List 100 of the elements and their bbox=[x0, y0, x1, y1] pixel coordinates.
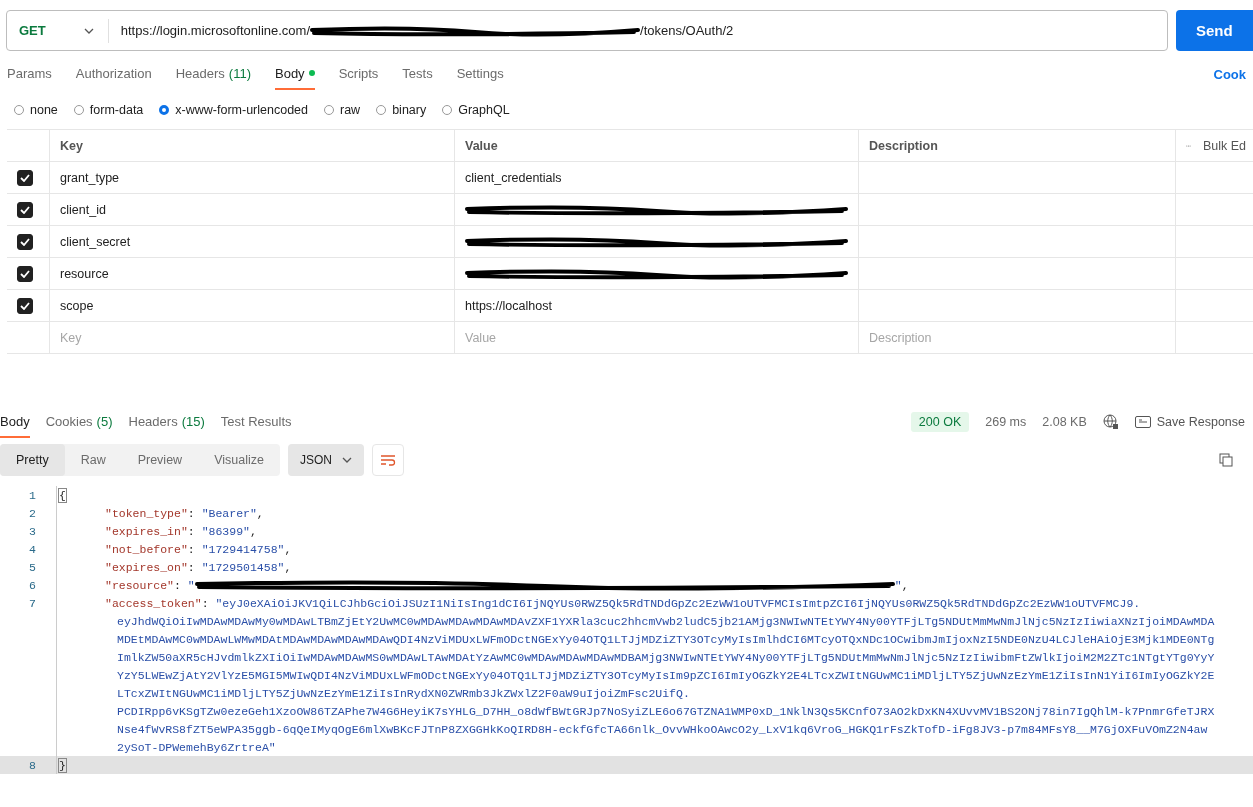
code-token: "1729501458" bbox=[201, 560, 285, 574]
description-cell[interactable] bbox=[859, 194, 1176, 226]
request-tab[interactable]: Params bbox=[7, 58, 52, 90]
code-token: : bbox=[187, 524, 196, 538]
description-cell[interactable] bbox=[859, 290, 1176, 322]
value-cell[interactable]: client_credentials bbox=[455, 162, 859, 194]
bulk-edit-button[interactable]: Bulk Ed bbox=[1176, 130, 1253, 162]
code-token: "expires_on" bbox=[105, 560, 188, 574]
body-type-radio[interactable]: none bbox=[14, 103, 58, 117]
code-line: LTcxZWItNGUwMC1iMDljLTY5ZjUwNzEzYmE1ZiIsInRydXN0ZWRmb3JkZWxlZ2F0aW9uIjoiZmFsc2UifQ. bbox=[117, 686, 690, 700]
code-token: , bbox=[901, 578, 909, 592]
key-cell[interactable]: grant_type bbox=[50, 162, 455, 194]
body-type-radio[interactable]: GraphQL bbox=[442, 103, 510, 117]
value-cell[interactable] bbox=[455, 226, 859, 258]
view-tab[interactable]: Preview bbox=[121, 444, 199, 476]
body-type-radio[interactable]: raw bbox=[324, 103, 361, 117]
request-tab[interactable]: Authorization bbox=[75, 58, 152, 90]
response-tab[interactable]: Cookies (5) bbox=[45, 406, 113, 438]
key-cell[interactable]: scope bbox=[50, 290, 455, 322]
code-token: "expires_in" bbox=[105, 524, 188, 538]
value-cell[interactable] bbox=[455, 258, 859, 290]
key-cell[interactable]: client_secret bbox=[50, 226, 455, 258]
code-token: "resource" bbox=[105, 578, 174, 592]
code-line: Nse4fWvRS8fZT5eWPA35ggb-6qQeIMyqOgE6mlXwBKcFJTnP8ZXGGHkKoQIRD8H-eckfGfcTA66nlk_OvvWHkoOAwcO2y_LxV1kq6VroG_HGKQ1rFsZkTofD-iFg8JV3-p7m84MFsY8__M7GjOXFuVOmZ2N4aw bbox=[117, 722, 1208, 736]
code-token: } bbox=[59, 758, 66, 772]
key-cell[interactable]: client_id bbox=[50, 194, 455, 226]
send-button[interactable]: Send bbox=[1176, 10, 1253, 51]
checkmark-icon bbox=[20, 205, 30, 214]
checkbox[interactable] bbox=[17, 297, 33, 314]
wrap-lines-button[interactable] bbox=[371, 444, 404, 476]
code-token: "Bearer" bbox=[201, 506, 257, 520]
code-token: "86399" bbox=[201, 524, 250, 538]
value-cell[interactable] bbox=[455, 194, 859, 226]
code-token: : bbox=[187, 542, 196, 556]
line-number: 8 bbox=[28, 758, 36, 772]
field-text: https://localhost bbox=[465, 298, 552, 313]
checkmark-icon bbox=[20, 269, 30, 278]
code-line: 2ySoT-DPWemehBy6ZrtreA" bbox=[117, 740, 276, 754]
checkmark-icon bbox=[20, 301, 30, 310]
code-token: "not_before" bbox=[105, 542, 188, 556]
line-number: 3 bbox=[28, 524, 36, 538]
key-cell[interactable]: resource bbox=[50, 258, 455, 290]
body-type-radio[interactable]: form-data bbox=[73, 103, 144, 117]
view-tab[interactable]: Pretty bbox=[0, 444, 65, 476]
description-cell[interactable] bbox=[859, 162, 1176, 194]
field-text: client_credentials bbox=[465, 170, 562, 185]
response-tab[interactable]: Headers (15) bbox=[128, 406, 205, 438]
view-tab[interactable]: Raw bbox=[64, 444, 122, 476]
code-token: , bbox=[249, 524, 257, 538]
response-size: 2.08 KB bbox=[1042, 415, 1087, 429]
checkmark-icon bbox=[20, 173, 30, 182]
request-tab[interactable]: Headers (11) bbox=[175, 58, 251, 90]
code-token: { bbox=[59, 488, 66, 502]
description-cell[interactable] bbox=[859, 226, 1176, 258]
code-token: , bbox=[284, 542, 292, 556]
request-tab[interactable]: Scripts bbox=[338, 58, 379, 90]
value-cell[interactable]: https://localhost bbox=[455, 290, 859, 322]
code-line: ImlkZW50aXR5cHJvdmlkZXIiOiIwMDAwMDAwMS0wMDAwLTAwMDAtYzAwMC0wMDAwMDAwMDAwMDBAMjg3NWIwNTEtYWY4Ny00YTFjLTg5NDUtMmMwNmJlNjc5NzIzIiwibmFtZWlkIjoiM2M2ZTc1NTgtYTg0YyY bbox=[117, 650, 1215, 664]
request-tab[interactable]: Tests bbox=[402, 58, 433, 90]
copy-icon[interactable] bbox=[1219, 453, 1233, 467]
request-tab[interactable]: Body bbox=[275, 58, 315, 90]
globe-icon[interactable] bbox=[1102, 414, 1119, 430]
line-number: 5 bbox=[28, 560, 36, 574]
column-header: Key bbox=[50, 130, 455, 162]
view-tab[interactable]: Visualize bbox=[198, 444, 280, 476]
chevron-down-icon bbox=[83, 27, 94, 34]
request-tab[interactable]: Settings bbox=[456, 58, 504, 90]
response-tab[interactable]: Body bbox=[0, 406, 30, 438]
save-icon bbox=[1134, 416, 1151, 428]
code-token: "token_type" bbox=[105, 506, 188, 520]
code-token: : bbox=[187, 506, 196, 520]
code-token: , bbox=[284, 560, 292, 574]
description-cell[interactable] bbox=[859, 258, 1176, 290]
url-field[interactable]: https://login.microsoftonline.com/ /tokens/OAuth/2 bbox=[108, 23, 734, 38]
checkbox[interactable] bbox=[17, 233, 33, 250]
wrap-icon bbox=[379, 454, 396, 466]
save-response-button[interactable]: Save Response bbox=[1134, 415, 1245, 429]
code-token: : bbox=[201, 596, 210, 610]
line-number: 1 bbox=[28, 488, 36, 502]
code-line: PCDIRpp6vKSgTZw0ezeGeh1XzoOW86TZAPhe7W4G6HeyiK7sYHLG_D7HH_o8dWfBWtGRJp7NoSyiZLE6o67GTZNA1WMP0xD_1NklN3Qs5KCnfO73AO2kDxKN4XUvvMV1BS2ONj78in7IgQhlM-k7PnmrGfeTJRX bbox=[117, 704, 1215, 718]
body-type-radio[interactable]: binary bbox=[376, 103, 427, 117]
code-token: "access_token" bbox=[105, 596, 202, 610]
code-token: " bbox=[894, 578, 902, 592]
body-type-radio[interactable]: x-www-form-urlencoded bbox=[159, 103, 308, 117]
response-tab[interactable]: Test Results bbox=[220, 406, 292, 438]
line-number: 6 bbox=[28, 578, 36, 592]
checkbox[interactable] bbox=[17, 169, 33, 186]
column-header: Description bbox=[859, 130, 1176, 162]
method-dropdown[interactable]: GET bbox=[7, 18, 109, 43]
field-text: https://login.microsoftonline.com/ bbox=[120, 23, 311, 38]
checkbox[interactable] bbox=[17, 201, 33, 218]
format-dropdown[interactable]: JSON bbox=[287, 444, 364, 476]
column-header: Value bbox=[455, 130, 859, 162]
checkmark-icon bbox=[20, 237, 30, 246]
cookies-link[interactable]: Cook bbox=[1213, 66, 1246, 82]
checkbox[interactable] bbox=[17, 265, 33, 282]
code-token: , bbox=[256, 506, 264, 520]
code-token: : bbox=[187, 560, 196, 574]
code-line: MDEtMDAwMC0wMDAwLWMwMDAtMDAwMDAwMDAwMDAwQDI4NzViMDUxLWFmODctNGExYy04OTQ1LTJjMDZiZTY3OTcyMyIsImlhdCI6MTcyOTQxNDc1OCwibmJmIjoxNzI5NDE0NzU4LCJleHAiOjE3Mjk1MDE0NTg bbox=[117, 632, 1215, 646]
field-text: /tokens/OAuth/2 bbox=[640, 23, 734, 38]
